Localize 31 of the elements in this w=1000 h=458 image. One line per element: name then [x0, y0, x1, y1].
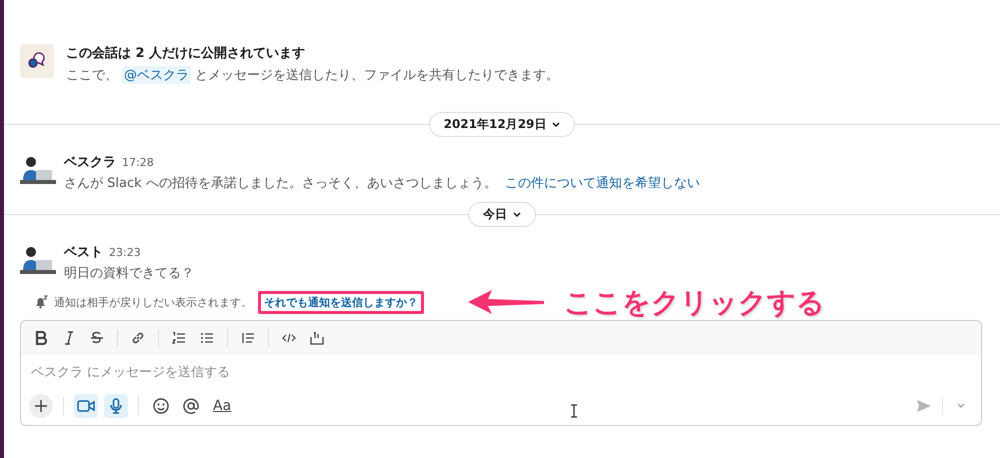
date-divider-button[interactable]: 2021年12月29日 — [428, 112, 576, 137]
message-text: さんが Slack への招待を承諾しました。さっそく、あいさつしましょう。 — [64, 175, 497, 192]
notification-opt-out-link[interactable]: この件について通知を希望しない — [504, 174, 700, 192]
mention-link[interactable]: @ベスクラ — [122, 66, 191, 84]
video-camera-button[interactable] — [74, 394, 98, 418]
plus-button[interactable] — [29, 394, 53, 418]
author-name[interactable]: ベスクラ — [64, 153, 116, 171]
avatar-figure-icon — [20, 155, 56, 185]
message-time[interactable]: 23:23 — [109, 246, 141, 259]
video-camera-icon[interactable] — [77, 399, 95, 413]
microphone-button[interactable] — [104, 394, 128, 418]
caret-icon[interactable] — [552, 122, 560, 128]
chat-bubbles-icon — [20, 44, 54, 78]
formatting-toggle[interactable]: Aa — [209, 398, 236, 414]
plus-icon[interactable] — [34, 399, 48, 413]
text-cursor-icon — [570, 404, 578, 418]
message-field[interactable]: ベスクラ にメッセージを送信する Aa — [20, 320, 982, 426]
microphone-icon[interactable] — [110, 398, 122, 414]
avatar-figure-icon — [20, 245, 56, 275]
intro-title: この会話は 2 人だけに公開されています — [66, 45, 306, 62]
notice-text: 通知は相手が戻りしだい表示されます。 — [54, 294, 252, 310]
send-notification-link[interactable]: それでも通知を送信しますか？ — [264, 294, 418, 310]
intro-text: ここで、 — [66, 67, 118, 84]
author-name[interactable]: ベスト — [64, 243, 103, 261]
bell-snooze-icon — [34, 295, 48, 309]
annotation-label: ここをクリックする — [564, 285, 825, 321]
message-text: 明日の資料できてる？ — [64, 265, 194, 282]
message-time[interactable]: 17:28 — [122, 156, 154, 169]
intro-text: とメッセージを送信したり、ファイルを共有したりできます。 — [195, 67, 559, 84]
date-divider-button[interactable]: 今日 — [468, 202, 536, 227]
caret-icon[interactable] — [513, 212, 521, 218]
